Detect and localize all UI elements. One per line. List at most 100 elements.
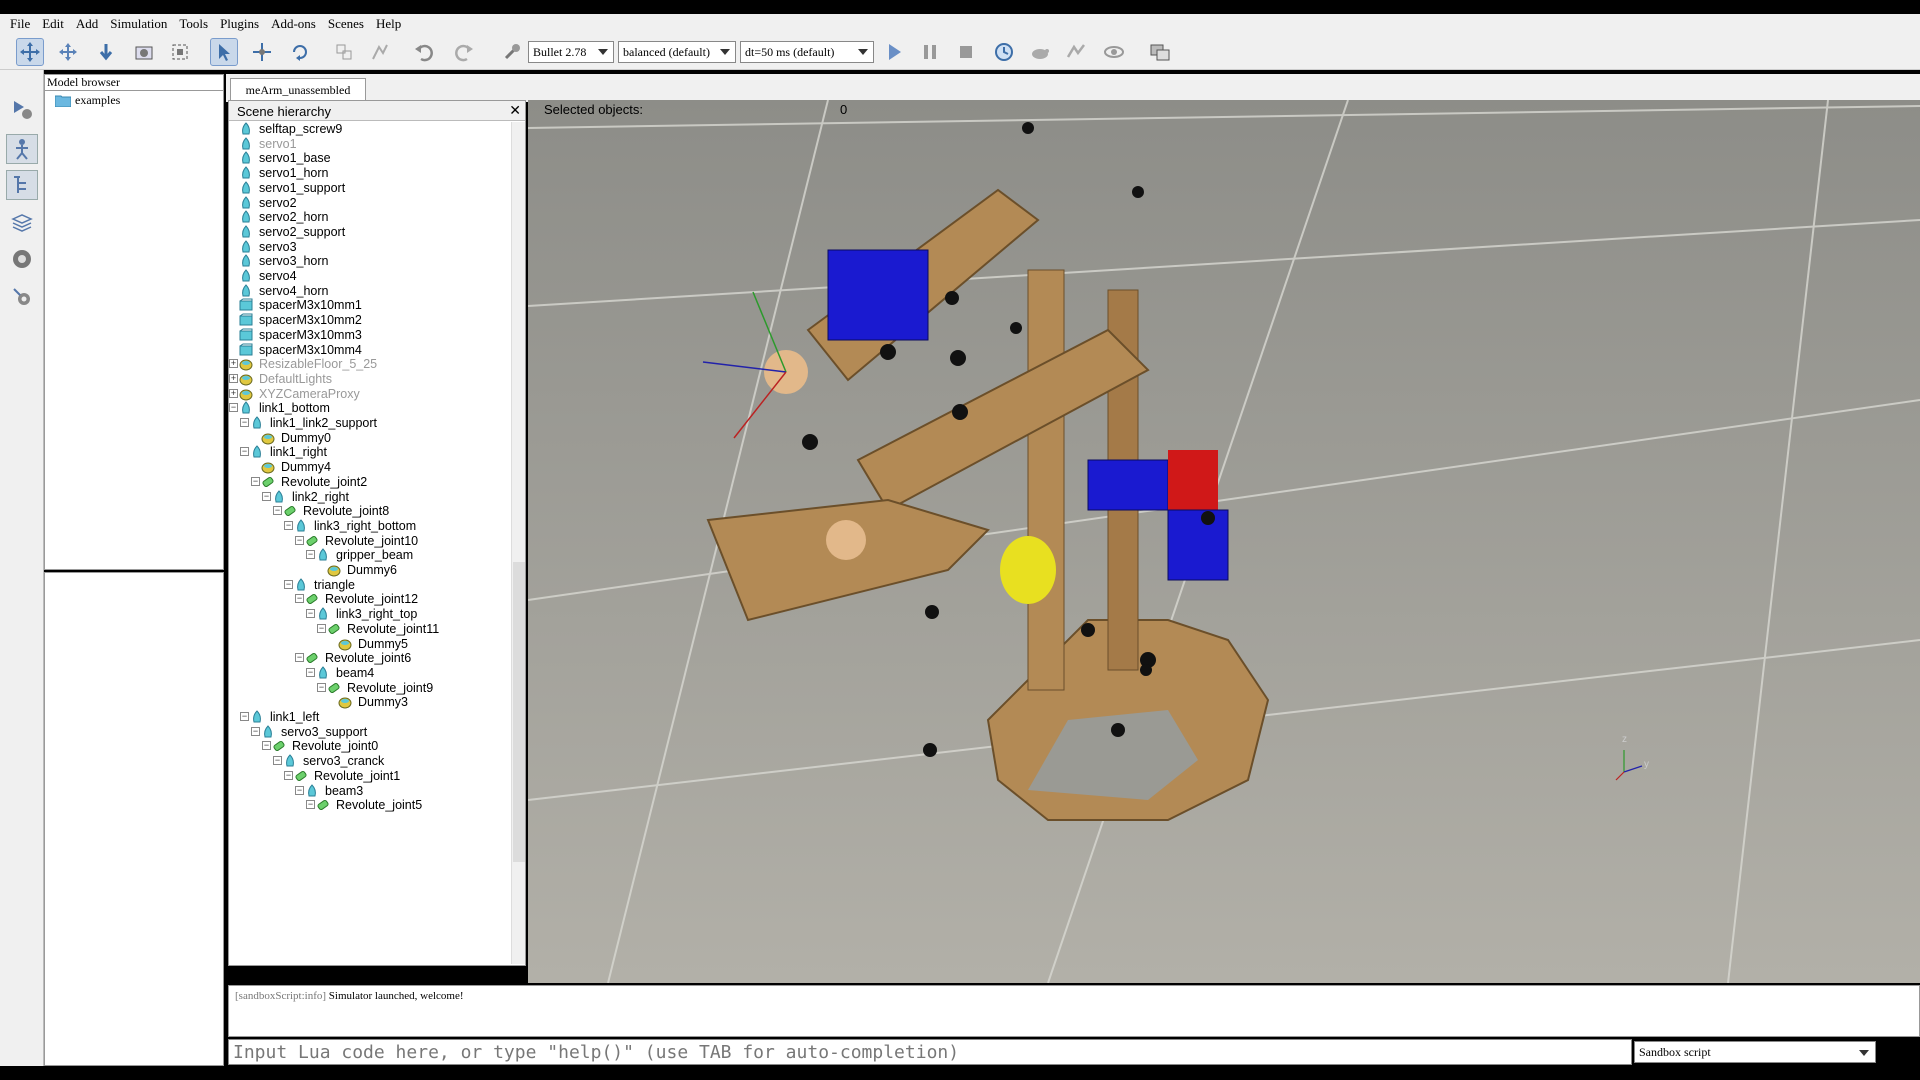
tree-toggle-icon[interactable]: − [273,506,282,516]
dummy-icon [338,697,352,709]
tree-toggle-icon[interactable]: − [262,741,271,751]
model-folder-examples[interactable]: examples [45,91,223,108]
tree-toggle-icon[interactable]: − [317,623,326,633]
speed-up-icon[interactable] [1062,38,1090,66]
object-shift-icon[interactable] [248,38,276,66]
model-browser-icon[interactable] [6,134,38,164]
page-selector-icon[interactable] [1146,38,1174,66]
tree-toggle-icon[interactable]: − [273,756,282,766]
menu-plugins[interactable]: Plugins [214,16,265,32]
visualization-icon[interactable] [1100,38,1128,66]
tree-toggle-icon[interactable]: − [284,770,293,780]
tree-toggle-icon[interactable]: − [262,491,271,501]
camera-pan-icon[interactable] [16,38,44,66]
camera-angle-icon[interactable] [130,38,158,66]
menu-addons[interactable]: Add-ons [265,16,322,32]
tree-toggle-icon[interactable]: + [229,373,238,383]
tree-toggle-icon[interactable]: − [317,682,326,692]
play-icon[interactable] [880,38,908,66]
fit-to-view-icon[interactable] [166,38,194,66]
tree-toggle-icon[interactable]: − [306,800,315,810]
lua-command-input[interactable]: Input Lua code here, or type "help()" (u… [228,1039,1632,1065]
realtime-icon[interactable] [990,38,1018,66]
tree-toggle-icon[interactable]: − [295,653,304,663]
object-rotate-icon[interactable] [286,38,314,66]
selected-objects-count: 0 [840,102,848,117]
scene-tree: selftap_screw9 servo1 servo1_base servo1_ho… [229,122,511,964]
simulation-settings-icon[interactable] [6,94,38,124]
physics-engine-select[interactable]: Bullet 2.78 [528,41,614,63]
timestep-value: dt=50 ms (default) [745,44,835,59]
scene-tree-item[interactable]: Dummy3 [338,693,408,711]
menu-simulation[interactable]: Simulation [104,16,173,32]
console-message-line: [sandboxScript:info] Simulator launched,… [229,986,1919,1006]
tree-toggle-icon[interactable]: − [240,418,249,427]
console-prefix: [sandboxScript:info] [235,990,327,1002]
scrollbar-thumb[interactable] [513,562,525,862]
scene-tree-item[interactable]: Revolute_joint5 [316,796,422,814]
3d-viewport[interactable]: Selected objects: 0 z y [528,100,1920,983]
tree-toggle-icon[interactable]: − [284,520,293,530]
undo-icon[interactable] [410,38,438,66]
menu-tools[interactable]: Tools [173,16,214,32]
joint-icon [317,800,329,811]
settings-gear-icon[interactable] [6,282,38,312]
console-panel: [sandboxScript:info] Simulator launched,… [228,985,1920,1037]
left-toolbar [0,70,44,1066]
tree-toggle-icon[interactable]: + [229,359,238,369]
camera-shift-icon[interactable] [92,38,120,66]
tree-toggle-icon[interactable]: + [229,388,238,398]
tree-toggle-icon[interactable]: − [306,550,315,560]
menu-edit[interactable]: Edit [36,16,70,32]
calc-mode-select[interactable]: balanced (default) [618,41,736,63]
scene-scrollbar[interactable] [511,122,525,964]
scene-tree-label: Revolute_joint5 [336,798,423,813]
scene-hierarchy-header: Scene hierarchy ✕ [229,101,525,121]
scene-hierarchy-icon[interactable] [6,170,38,200]
tree-toggle-icon[interactable]: − [240,447,249,457]
stop-icon[interactable] [952,38,980,66]
tree-toggle-icon[interactable]: − [251,726,260,736]
close-console-icon[interactable]: ⊠ [1892,1043,1910,1061]
tree-toggle-icon[interactable]: − [240,712,249,721]
console-message: Simulator launched, welcome! [328,990,464,1002]
menu-help[interactable]: Help [370,16,407,32]
tree-toggle-icon[interactable]: − [295,785,304,795]
environment-icon[interactable] [6,244,38,274]
tree-toggle-icon[interactable]: − [295,535,304,545]
model-browser-panel: Model browser examples [44,74,224,570]
transfer-dna-icon[interactable] [366,38,394,66]
menu-scenes[interactable]: Scenes [322,16,370,32]
close-icon[interactable]: ✕ [509,103,521,117]
folder-icon [55,95,71,107]
scene-tab-bar: meArm_unassembled [226,74,1920,102]
window-bottom-border [0,1066,1920,1080]
menu-file[interactable]: File [4,16,36,32]
script-target-select[interactable]: Sandbox script [1634,1041,1876,1063]
scene-hierarchy-title: Scene hierarchy [237,104,331,119]
scene-render [528,100,1920,983]
camera-rotate-icon[interactable] [54,38,82,66]
script-target-value: Sandbox script [1639,1044,1711,1059]
layers-icon[interactable] [6,208,38,238]
tree-toggle-icon[interactable]: − [284,579,293,589]
tree-toggle-icon[interactable]: − [251,476,260,486]
tree-toggle-icon[interactable]: − [306,609,315,619]
dynamics-icon[interactable] [498,38,526,66]
click-select-icon[interactable] [210,38,238,66]
assemble-icon[interactable] [330,38,358,66]
tab-meArm-unassembled[interactable]: meArm_unassembled [230,78,366,102]
timestep-select[interactable]: dt=50 ms (default) [740,41,874,63]
menu-add[interactable]: Add [70,16,104,32]
scene-tree-label: Dummy3 [358,695,409,710]
model-browser-title: Model browser [45,75,223,91]
pause-icon[interactable] [916,38,944,66]
window-top-border [0,0,1920,14]
chevron-down-icon [858,49,868,55]
redo-icon[interactable] [450,38,478,66]
tree-toggle-icon[interactable]: − [229,403,238,413]
chevron-down-icon [1859,1050,1869,1056]
slow-down-icon[interactable] [1026,38,1054,66]
tree-toggle-icon[interactable]: − [306,667,315,677]
tree-toggle-icon[interactable]: − [295,594,304,604]
